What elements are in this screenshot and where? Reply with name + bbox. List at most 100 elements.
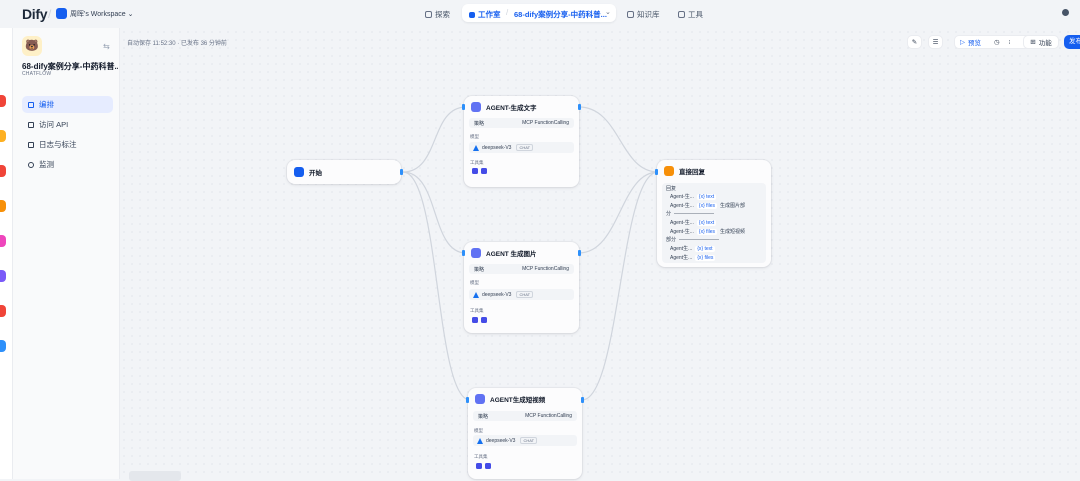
answer-icon: [664, 166, 674, 176]
node-agent-text-title: AGENT-生成文字: [486, 105, 537, 112]
monitor-icon: [28, 161, 34, 168]
menu-monitoring[interactable]: 监测: [22, 156, 113, 173]
answer-text: 分: [666, 211, 672, 217]
node-agent-image-title: AGENT 生成图片: [486, 251, 537, 258]
workspace-icon: [56, 8, 67, 19]
nav-tools[interactable]: 工具: [678, 9, 703, 20]
chevron-down-icon[interactable]: ⌄: [605, 8, 611, 16]
model-type-tag: CHAT: [516, 291, 534, 298]
answer-text: 生成图片部: [720, 203, 746, 209]
strategy-value: MCP FunctionCalling: [522, 120, 569, 126]
agent-video-input-handle[interactable]: [466, 397, 469, 403]
tool-chip: [485, 463, 491, 469]
answer-line: Agent-生... {x} text: [670, 193, 717, 200]
rail-app-icon[interactable]: [0, 235, 6, 247]
rail-app-icon[interactable]: [0, 130, 6, 142]
var-tag: {x} files: [696, 228, 718, 235]
agent-text-input-handle[interactable]: [462, 104, 465, 110]
rail-app-icon[interactable]: [0, 340, 6, 352]
nav-tools-label: 工具: [688, 10, 703, 19]
tools-label: 工具集: [470, 160, 484, 165]
answer-line: Agent生... {x} files: [670, 254, 716, 261]
rail-app-icon[interactable]: [0, 165, 6, 177]
book-icon: [627, 11, 634, 18]
reply-label-text: 回复: [666, 186, 677, 192]
current-app-name[interactable]: 68-dify案例分享-中药科普...: [514, 9, 607, 20]
var-tag: {x} files: [695, 254, 716, 261]
file-text-icon: [28, 141, 34, 148]
plugin-icon[interactable]: [1062, 9, 1069, 16]
nav-explore-label: 探索: [435, 10, 450, 19]
reply-label: 回复: [666, 185, 676, 192]
canvas-minimap[interactable]: [129, 471, 181, 481]
model-type-tag: CHAT: [516, 144, 534, 151]
answer-content: 回复 Agent-生... {x} text Agent-生... {x} file…: [662, 183, 766, 263]
edge-agent-video-to-answer: [581, 171, 659, 401]
menu-api-access[interactable]: 访问 API: [22, 116, 113, 133]
agent-video-strategy: 策略 MCP FunctionCalling: [473, 411, 577, 421]
app-rail: [0, 0, 13, 479]
menu-api-label: 访问 API: [39, 120, 69, 129]
studio-app-selector[interactable]: 工作室 / 68-dify案例分享-中药科普... ⌄: [462, 4, 616, 22]
nav-studio[interactable]: 工作室: [469, 9, 501, 20]
workspace-selector[interactable]: 周晖's Workspace ⌄: [70, 9, 133, 19]
menu-logs[interactable]: 日志与标注: [22, 136, 113, 153]
answer-divider: ————————: [679, 236, 720, 243]
answer-line: Agent-生... {x} files 生成图片部: [670, 202, 745, 209]
var-tag: {x} text: [696, 193, 717, 200]
var-node-name: Agent-生...: [670, 194, 694, 200]
rail-app-icon[interactable]: [0, 200, 6, 212]
studio-icon: [469, 12, 475, 18]
var-tag: {x} text: [696, 219, 717, 226]
terminal-icon: [28, 121, 34, 128]
rail-app-icon[interactable]: [0, 95, 6, 107]
model-type-tag: CHAT: [520, 437, 538, 444]
dify-logo[interactable]: Dify: [22, 6, 48, 22]
nav-knowledge[interactable]: 知识库: [627, 9, 660, 20]
edge-start-to-agent-text: [402, 106, 467, 173]
wrench-icon: [678, 11, 685, 18]
answer-text: 部分: [666, 237, 677, 243]
answer-line: Agent生... {x} text: [670, 245, 715, 252]
node-direct-answer[interactable]: 直接回复 回复 Agent-生... {x} text Agent-生... {x}…: [655, 160, 771, 267]
node-agent-text[interactable]: AGENT-生成文字 策略 MCP FunctionCalling 模型 dee…: [462, 96, 581, 187]
node-agent-video-title: AGENT生成短视频: [490, 397, 546, 404]
app-sidebar: 🐻 ⇆ 68-dify案例分享-中药科普... CHATFLOW 编排 访问 A…: [13, 28, 120, 479]
node-agent-image[interactable]: AGENT 生成图片 策略 MCP FunctionCalling 模型 dee…: [462, 242, 581, 333]
model-label: 模型: [474, 428, 483, 433]
agent-video-output-handle[interactable]: [581, 397, 584, 403]
agent-image-output-handle[interactable]: [578, 250, 581, 256]
collapse-sidebar-icon[interactable]: ⇆: [103, 42, 110, 51]
agent-video-model: deepseek-V3 CHAT: [473, 435, 577, 446]
rail-app-icon[interactable]: [0, 270, 6, 282]
menu-orchestrate[interactable]: 编排: [22, 96, 113, 113]
agent-image-model: deepseek-V3 CHAT: [469, 289, 574, 300]
compass-icon: [425, 11, 432, 18]
tools-label: 工具集: [470, 308, 484, 313]
tools-label: 工具集: [474, 454, 488, 459]
nav-knowledge-label: 知识库: [637, 10, 660, 19]
agent-text-output-handle[interactable]: [578, 104, 581, 110]
nav-explore[interactable]: 探索: [425, 9, 450, 20]
agent-icon: [471, 248, 481, 258]
node-start[interactable]: 开始: [287, 160, 403, 184]
workflow-canvas[interactable]: 自动保存 11:52:30 · 已发布 36 分钟前 ✎ ☰ ▷ 预览 ◷ ⁝ …: [120, 28, 1080, 481]
answer-divider: ————————: [674, 210, 715, 217]
answer-line: 部分 ————————: [666, 236, 720, 244]
var-tag: {x} text: [695, 245, 715, 252]
answer-line: Agent-生... {x} text: [670, 219, 717, 226]
top-navigation: Dify / 周晖's Workspace ⌄ 探索 工作室 / 68-dify…: [0, 0, 1080, 28]
tool-chip: [481, 168, 487, 174]
agent-image-input-handle[interactable]: [462, 250, 465, 256]
answer-line: Agent-生... {x} files 生成短视频: [670, 228, 745, 235]
start-output-handle[interactable]: [400, 169, 403, 175]
rail-app-icon[interactable]: [0, 305, 6, 317]
model-name: deepseek-V3: [486, 437, 516, 444]
agent-text-model: deepseek-V3 CHAT: [469, 142, 574, 153]
edge-agent-text-to-answer: [578, 106, 659, 173]
strategy-value: MCP FunctionCalling: [522, 266, 569, 272]
model-provider-icon: [473, 291, 479, 298]
node-agent-video[interactable]: AGENT生成短视频 策略 MCP FunctionCalling 模型 dee…: [466, 388, 584, 479]
answer-line: 分 ————————: [666, 210, 715, 218]
answer-input-handle[interactable]: [655, 169, 658, 175]
